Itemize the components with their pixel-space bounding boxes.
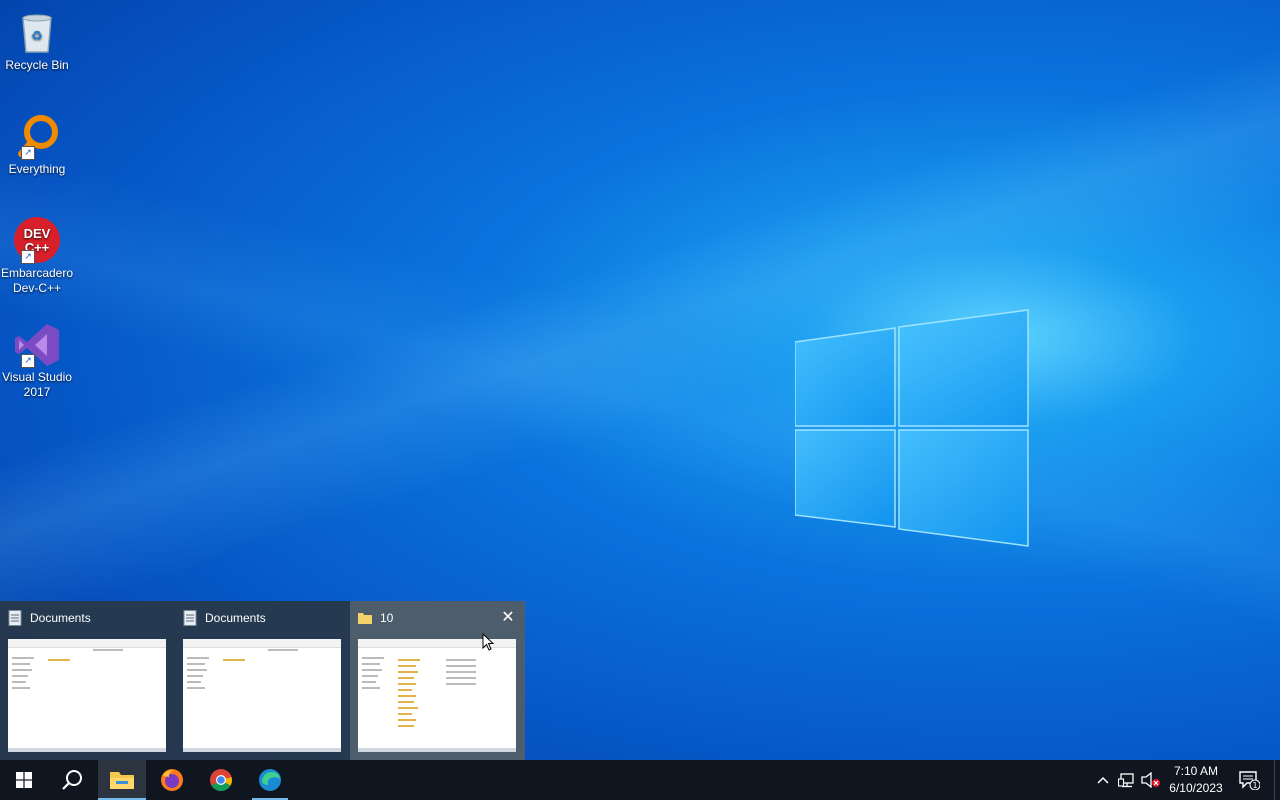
document-icon [8, 610, 22, 626]
close-icon[interactable]: ✕ [499, 609, 517, 627]
search-icon [62, 770, 82, 790]
desktop-icon-label-line1: Embarcadero [0, 266, 74, 280]
edge-icon [259, 769, 281, 791]
mouse-cursor-icon [482, 633, 494, 651]
window-preview [8, 639, 166, 752]
thumbnail-window-10[interactable]: 10 ✕ [350, 601, 525, 760]
desktop-icon-label-line1: Visual Studio [2, 370, 72, 384]
file-explorer-icon [110, 772, 134, 789]
windows-logo-wallpaper [795, 309, 1029, 547]
svg-text:♻: ♻ [31, 29, 43, 44]
desktop-icon-everything[interactable]: ↗ Everything [0, 106, 74, 177]
chrome-icon [210, 769, 232, 791]
everything-search-icon: ↗ [13, 112, 61, 160]
dev-text: DEV [24, 226, 51, 241]
taskbar-thumbnail-popup: Documents Documents 10 ✕ [0, 601, 525, 760]
taskbar-edge[interactable] [246, 760, 294, 800]
chevron-up-icon [1097, 776, 1109, 784]
window-preview [358, 639, 516, 752]
recycle-bin-icon: ♻ [13, 8, 61, 56]
start-button[interactable] [0, 760, 48, 800]
thumbnail-title: Documents [205, 611, 266, 625]
desktop-icon-dev-cpp[interactable]: DEV C++ ↗ Embarcadero Dev-C++ [0, 210, 74, 296]
desktop-icon-label: Everything [8, 162, 66, 176]
desktop-icon-visual-studio[interactable]: ↗ Visual Studio 2017 [0, 314, 74, 400]
shortcut-arrow-icon: ↗ [21, 354, 35, 368]
dev-cpp-icon: DEV C++ ↗ [13, 216, 61, 264]
notification-icon: 1 [1239, 771, 1260, 790]
clock[interactable]: 7:10 AM 6/10/2023 [1160, 760, 1232, 800]
network-status-button[interactable] [1116, 760, 1138, 800]
desktop-icon-recycle-bin[interactable]: ♻ Recycle Bin [0, 2, 74, 73]
desktop-icon-label-line2: Dev-C++ [12, 281, 62, 295]
show-desktop-button[interactable] [1274, 760, 1280, 800]
thumbnail-window-documents-2[interactable]: Documents [175, 601, 350, 760]
search-button[interactable] [48, 760, 96, 800]
volume-button[interactable] [1140, 760, 1162, 800]
thumbnail-window-documents-1[interactable]: Documents [0, 601, 175, 760]
action-center-button[interactable]: 1 [1236, 760, 1262, 800]
clock-time: 7:10 AM [1173, 764, 1219, 778]
show-hidden-icons-button[interactable] [1092, 760, 1114, 800]
taskbar: 7:10 AM 6/10/2023 1 [0, 760, 1280, 800]
desktop-icon-label: Recycle Bin [5, 58, 69, 72]
firefox-icon [161, 769, 183, 791]
taskbar-chrome[interactable] [197, 760, 245, 800]
notification-count: 1 [1252, 781, 1257, 790]
window-preview [183, 639, 341, 752]
shortcut-arrow-icon: ↗ [21, 250, 35, 264]
visual-studio-icon: ↗ [13, 320, 61, 368]
clock-date: 6/10/2023 [1169, 781, 1223, 795]
folder-icon [358, 613, 372, 624]
network-icon [1118, 773, 1134, 788]
volume-muted-icon [1141, 772, 1160, 788]
thumbnail-title: 10 [380, 611, 394, 625]
taskbar-file-explorer[interactable] [98, 760, 146, 800]
document-icon [183, 610, 197, 626]
shortcut-arrow-icon: ↗ [21, 146, 35, 160]
start-icon [16, 772, 32, 788]
thumbnail-title: Documents [30, 611, 91, 625]
desktop-icon-label-line2: 2017 [23, 385, 51, 399]
taskbar-firefox[interactable] [148, 760, 196, 800]
